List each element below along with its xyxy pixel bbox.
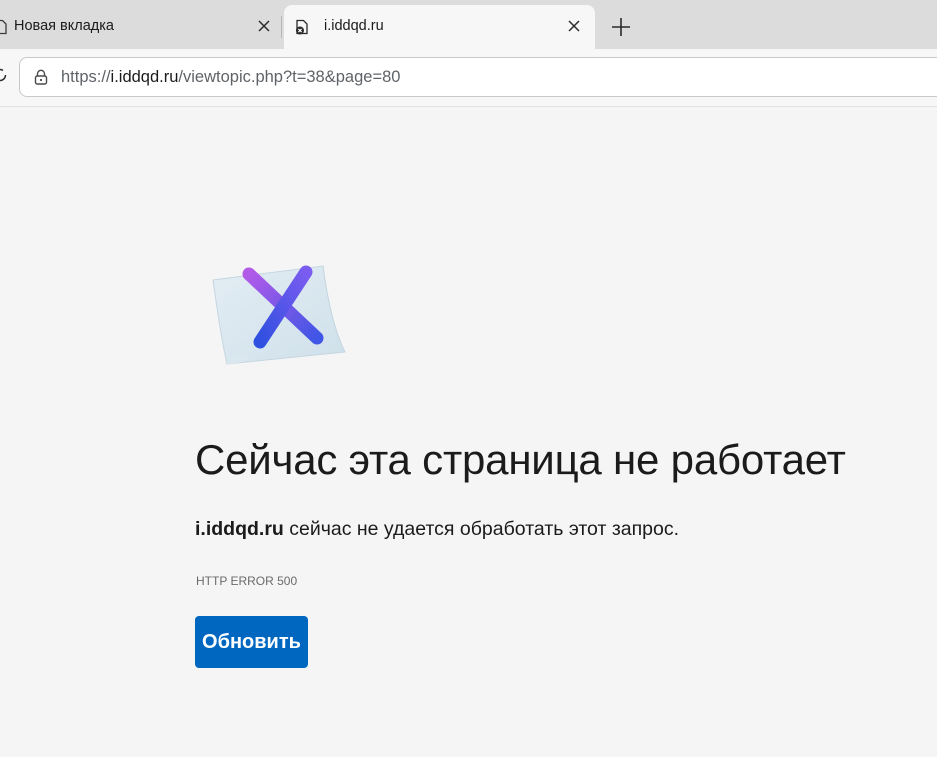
toolbar: https://i.iddqd.ru/viewtopic.php?t=38&pa… [0,49,937,107]
address-bar[interactable]: https://i.iddqd.ru/viewtopic.php?t=38&pa… [19,57,937,97]
reload-button[interactable]: Обновить [195,616,308,668]
error-code: HTTP ERROR 500 [196,574,298,588]
error-page-icon [294,19,310,35]
close-tab-icon[interactable] [255,17,273,35]
error-message-text: сейчас не удается обработать этот запрос… [283,518,680,540]
error-x-paper-icon [205,258,355,378]
plus-icon[interactable] [606,12,636,42]
url-scheme: https:// [61,68,111,86]
page-icon [0,19,9,35]
page-title: Сейчас эта страница не работает [195,436,846,483]
tab-new-tab[interactable]: Новая вкладка [0,5,280,49]
error-host: i.iddqd.ru [195,518,284,540]
url-text[interactable]: https://i.iddqd.ru/viewtopic.php?t=38&pa… [61,68,400,87]
close-tab-icon[interactable] [565,17,583,35]
url-host: i.iddqd.ru [110,68,179,86]
url-path: /viewtopic.php?t=38&page=80 [178,68,401,86]
lock-icon[interactable] [32,68,50,86]
tab-iddqd[interactable]: i.iddqd.ru [284,5,595,49]
tab-strip: Новая вкладка i.iddqd.ru [0,0,937,52]
tab-label: i.iddqd.ru [324,18,384,34]
refresh-icon[interactable] [0,67,8,83]
tab-divider [281,16,282,38]
error-message: i.iddqd.ru сейчас не удается обработать … [195,518,679,541]
tab-label: Новая вкладка [14,18,114,34]
